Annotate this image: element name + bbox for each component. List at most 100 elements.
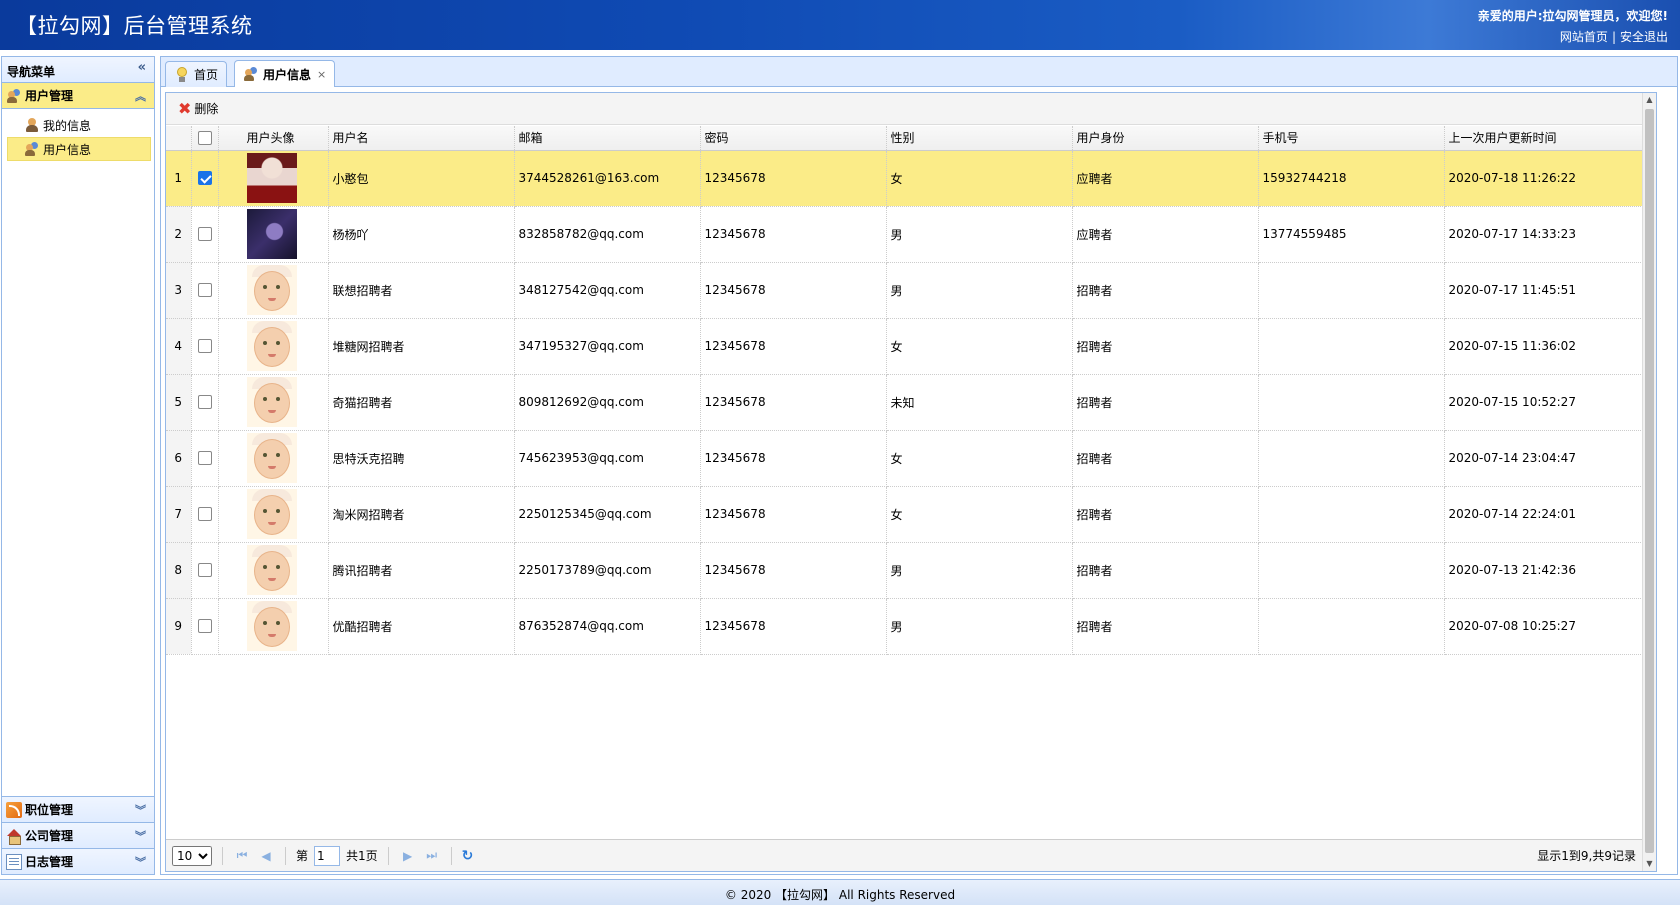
table-row[interactable]: 3 联想招聘者 348127542@qq.com 12345678 男招聘者 2020-0… [166,262,1645,319]
avatar-cell [218,318,329,375]
page-total: 共1页 [346,849,378,863]
delete-button[interactable]: ✖ 删除 [178,100,218,117]
home-icon [6,828,22,845]
cell-phone [1258,598,1445,655]
row-checkbox[interactable] [197,283,212,298]
table-row[interactable]: 6 思特沃克招聘 745623953@qq.com 12345678 女招聘者 2020-… [166,430,1645,487]
accordion-body: 我的信息 用户信息 [2,109,154,805]
first-page-icon[interactable]: ⏮ [233,848,251,863]
column-header[interactable]: 手机号 [1258,126,1445,151]
cell-gender: 男 [886,542,1073,599]
tab-home[interactable]: 首页 [165,61,228,87]
accordion-job-management[interactable]: 职位管理 ︾ [2,796,154,822]
pagination: 10 ⏮ ◀ 第 共1页 ▶ ⏭ ↻ 显示1到9,共9记录 [166,839,1644,871]
row-number: 6 [166,430,192,487]
accordion-company-management[interactable]: 公司管理 ︾ [2,822,154,848]
row-checkbox-cell [191,150,219,207]
refresh-icon[interactable]: ↻ [462,848,474,864]
column-header[interactable]: 用户名 [328,126,515,151]
prev-page-icon[interactable]: ◀ [257,849,275,863]
table-row[interactable]: 1 小憨包 3744528261@163.com 12345678 女应聘者 159327… [166,150,1645,207]
page-size-select[interactable]: 10 [172,845,212,866]
chevron-up-icon[interactable]: ︽ [135,88,146,104]
row-checkbox-cell [191,430,219,487]
avatar-cell [218,374,329,431]
users-icon [24,141,40,157]
pager-divider [222,846,223,865]
select-all-checkbox[interactable] [197,131,212,145]
column-header[interactable]: 密码 [700,126,887,151]
cell-updated: 2020-07-14 23:04:47 [1444,430,1645,487]
site-home-link[interactable]: 网站首页 [1560,30,1608,44]
row-checkbox[interactable] [197,619,212,634]
page-number-input[interactable] [314,845,341,866]
chevron-down-icon[interactable]: ︾ [135,854,146,870]
table-row[interactable]: 7 淘米网招聘者 2250125345@qq.com 12345678 女招聘者 2020… [166,486,1645,543]
column-header[interactable]: 用户身份 [1072,126,1259,151]
cell-password: 12345678 [700,542,887,599]
next-page-icon[interactable]: ▶ [399,849,417,863]
chevron-down-icon[interactable]: ︾ [135,828,146,844]
row-checkbox[interactable] [197,171,212,186]
user-icon [24,117,40,133]
avatar-cell [218,430,329,487]
row-checkbox[interactable] [197,395,212,410]
header: 【拉勾网】后台管理系统 亲爱的用户:拉勾网管理员，欢迎您! 网站首页 | 安全退出 [0,0,1680,50]
table-row[interactable]: 9 优酷招聘者 876352874@qq.com 12345678 男招聘者 2020-0… [166,598,1645,655]
row-checkbox[interactable] [197,451,212,466]
row-checkbox[interactable] [197,507,212,522]
last-page-icon[interactable]: ⏭ [423,848,441,863]
cell-username: 堆糖网招聘者 [328,318,515,375]
chevron-down-icon[interactable]: ︾ [135,802,146,818]
scroll-thumb[interactable] [1645,109,1654,853]
accordion-log-management[interactable]: 日志管理 ︾ [2,848,154,874]
row-checkbox[interactable] [197,563,212,578]
close-tab-icon[interactable]: × [317,68,326,81]
link-separator: | [1611,30,1616,44]
cell-password: 12345678 [700,150,887,207]
sidebar-item-label: 我的信息 [43,118,92,133]
cell-password: 12345678 [700,318,887,375]
copyright-text: © 2020 【拉勾网】 All Rights Reserved [724,888,956,902]
avatar [246,265,297,315]
cell-updated: 2020-07-17 14:33:23 [1444,206,1645,263]
cell-email: 347195327@qq.com [514,318,701,375]
table-row[interactable]: 5 奇猫招聘者 809812692@qq.com 12345678 未知 招聘者 2020-… [166,374,1645,431]
sidebar-item-my-info[interactable]: 我的信息 [2,113,154,137]
row-checkbox[interactable] [197,227,212,242]
row-checkbox-cell [191,486,219,543]
table-wrapper: 用户头像 用户名 邮箱 密码 性别 用户身份 手机号 上一次用户更新时间 1 小憨… [166,126,1645,655]
cell-username: 淘米网招聘者 [328,486,515,543]
row-checkbox-cell [191,262,219,319]
column-header[interactable]: 用户头像 [218,126,329,151]
column-header[interactable]: 上一次用户更新时间 [1444,126,1645,151]
scroll-down-icon[interactable]: ▼ [1643,857,1656,871]
table-row[interactable]: 8 腾讯招聘者 2250173789@qq.com 12345678 男招聘者 2020-… [166,542,1645,599]
sidebar-item-user-info[interactable]: 用户信息 [7,137,151,161]
collapse-sidebar-icon[interactable]: « [138,60,146,75]
delete-button-label: 删除 [194,102,219,116]
header-links: 网站首页 | 安全退出 [1560,28,1668,45]
avatar-cell [218,262,329,319]
scroll-up-icon[interactable]: ▲ [1643,93,1656,107]
cell-username: 联想招聘者 [328,262,515,319]
cell-email: 3744528261@163.com [514,150,701,207]
cell-username: 优酷招聘者 [328,598,515,655]
cell-updated: 2020-07-15 10:52:27 [1444,374,1645,431]
column-header[interactable]: 性别 [886,126,1073,151]
cell-gender: 男 [886,598,1073,655]
row-checkbox[interactable] [197,339,212,354]
cell-email: 348127542@qq.com [514,262,701,319]
tab-user-info[interactable]: 用户信息 × [234,60,336,87]
row-number: 9 [166,598,192,655]
delete-icon: ✖ [178,98,192,118]
rownum-header [166,126,192,151]
logout-link[interactable]: 安全退出 [1620,30,1668,44]
table-row[interactable]: 4 堆糖网招聘者 347195327@qq.com 12345678 女招聘者 2020-… [166,318,1645,375]
sidebar: 导航菜单 « 用户管理 ︽ 我的信息 用户信息 职位管理 ︾ 公司管理 ︾ 日志… [1,56,155,875]
vertical-scrollbar[interactable]: ▲ ▼ [1642,93,1656,871]
table-row[interactable]: 2 杨杨吖 832858782@qq.com 12345678 男应聘者 13774559… [166,206,1645,263]
column-header[interactable]: 邮箱 [514,126,701,151]
cell-phone [1258,542,1445,599]
accordion-user-management[interactable]: 用户管理 ︽ [2,83,154,109]
